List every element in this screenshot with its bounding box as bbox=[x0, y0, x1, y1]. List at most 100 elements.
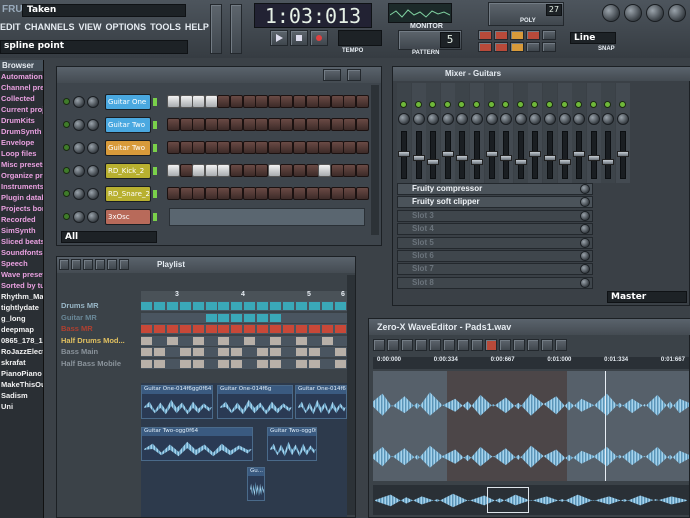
pattern-block[interactable] bbox=[231, 302, 243, 310]
step-button[interactable] bbox=[293, 118, 306, 131]
step-button[interactable] bbox=[356, 141, 369, 154]
step-button[interactable] bbox=[293, 187, 306, 200]
browser-item[interactable]: Loop files bbox=[0, 148, 43, 159]
pattern-block[interactable] bbox=[270, 359, 281, 368]
strip-active-led[interactable] bbox=[429, 101, 437, 108]
step-button[interactable] bbox=[280, 118, 294, 131]
pattern-block[interactable] bbox=[153, 325, 165, 333]
browser-item[interactable]: Soundfonts bbox=[0, 247, 43, 258]
pattern-block[interactable] bbox=[308, 348, 320, 356]
menu-channels[interactable]: CHANNELS bbox=[25, 22, 75, 36]
step-button[interactable] bbox=[255, 95, 269, 108]
strip-active-led[interactable] bbox=[443, 101, 451, 108]
channel-filter[interactable]: All bbox=[61, 231, 157, 243]
pattern-block[interactable] bbox=[257, 325, 269, 333]
pattern-block[interactable] bbox=[218, 348, 230, 356]
browser-item[interactable]: deepmap bbox=[0, 324, 43, 335]
step-button[interactable] bbox=[167, 141, 180, 154]
browser-item[interactable]: Misc presets bbox=[0, 159, 43, 170]
browser-item[interactable]: Projects bones bbox=[0, 203, 43, 214]
step-button[interactable] bbox=[356, 118, 369, 131]
pattern-block[interactable] bbox=[270, 325, 281, 333]
browser-item[interactable]: g_long bbox=[0, 313, 43, 324]
pattern-block[interactable] bbox=[218, 336, 230, 345]
browser-item[interactable]: Sorted by tunes bbox=[0, 280, 43, 291]
channel-select-led[interactable] bbox=[153, 98, 157, 106]
strip-fader-cap[interactable] bbox=[602, 159, 615, 165]
playlist-tool-3-icon[interactable] bbox=[83, 259, 93, 270]
strip-fader-cap[interactable] bbox=[529, 151, 542, 157]
step-button[interactable] bbox=[305, 95, 319, 108]
window-button-1[interactable] bbox=[602, 4, 620, 22]
strip-active-led[interactable] bbox=[531, 101, 539, 108]
step-button[interactable] bbox=[167, 95, 180, 108]
strip-pan-knob[interactable] bbox=[602, 113, 615, 125]
step-button[interactable] bbox=[230, 118, 243, 131]
pattern-block[interactable] bbox=[244, 302, 256, 310]
tool-mute-icon[interactable] bbox=[526, 30, 540, 40]
step-button[interactable] bbox=[217, 95, 231, 108]
pattern-block[interactable] bbox=[308, 359, 320, 368]
audio-clip[interactable]: Guitar Two-ogg0f bbox=[267, 427, 317, 461]
master-pitch-fader[interactable] bbox=[230, 4, 242, 54]
browser-item[interactable]: DrumSynth bbox=[0, 126, 43, 137]
wave-tool-14-icon[interactable] bbox=[555, 339, 567, 351]
channel-mute-led[interactable] bbox=[63, 190, 70, 197]
menu-view[interactable]: VIEW bbox=[79, 22, 102, 36]
strip-volume-fader[interactable] bbox=[517, 131, 524, 179]
tool-scroll-icon[interactable] bbox=[526, 42, 540, 52]
channel-select-led[interactable] bbox=[153, 144, 157, 152]
fx-mix-knob[interactable] bbox=[580, 197, 590, 208]
strip-active-led[interactable] bbox=[589, 101, 597, 108]
browser-item[interactable]: Speech bbox=[0, 258, 43, 269]
fx-mix-knob[interactable] bbox=[580, 184, 590, 194]
step-button[interactable] bbox=[167, 118, 180, 131]
step-button[interactable] bbox=[318, 95, 332, 108]
step-button[interactable] bbox=[267, 118, 281, 131]
pattern-block[interactable] bbox=[244, 325, 256, 333]
step-button[interactable] bbox=[343, 164, 357, 177]
wave-tool-1-icon[interactable] bbox=[373, 339, 385, 351]
pattern-block[interactable] bbox=[282, 302, 294, 310]
step-button[interactable] bbox=[179, 118, 193, 131]
pattern-block[interactable] bbox=[321, 336, 333, 345]
step-button[interactable] bbox=[230, 95, 243, 108]
step-button[interactable] bbox=[305, 141, 319, 154]
channel-volume-knob[interactable] bbox=[87, 119, 99, 131]
strip-volume-fader[interactable] bbox=[561, 131, 568, 179]
channel-pan-knob[interactable] bbox=[73, 188, 85, 200]
strip-pan-knob[interactable] bbox=[558, 113, 571, 125]
step-button[interactable] bbox=[255, 118, 269, 131]
channel-name-button[interactable]: Guitar Two bbox=[105, 140, 151, 156]
step-button[interactable] bbox=[167, 187, 180, 200]
strip-active-led[interactable] bbox=[604, 101, 612, 108]
browser-item[interactable]: Plugin database bbox=[0, 192, 43, 203]
strip-pan-knob[interactable] bbox=[529, 113, 542, 125]
pattern-block[interactable] bbox=[334, 359, 346, 368]
playlist-lane[interactable] bbox=[141, 324, 347, 334]
pattern-block[interactable] bbox=[205, 313, 217, 322]
step-button[interactable] bbox=[230, 164, 243, 177]
strip-fader-cap[interactable] bbox=[544, 155, 556, 161]
step-button[interactable] bbox=[356, 95, 369, 108]
fx-slot[interactable]: Slot 3 bbox=[397, 209, 593, 222]
strip-active-led[interactable] bbox=[560, 101, 568, 108]
fx-mix-knob[interactable] bbox=[580, 224, 590, 235]
step-button[interactable] bbox=[179, 95, 193, 108]
browser-item[interactable]: Organize presets bbox=[0, 170, 43, 181]
playlist-scrollbar[interactable] bbox=[347, 275, 355, 515]
pattern-block[interactable] bbox=[270, 336, 281, 345]
browser-item[interactable]: Recorded bbox=[0, 214, 43, 225]
step-button[interactable] bbox=[280, 187, 294, 200]
playlist-track-name[interactable]: Half Bass Mobile bbox=[61, 359, 141, 370]
step-button[interactable] bbox=[318, 141, 332, 154]
playlist-tool-4-icon[interactable] bbox=[95, 259, 105, 270]
fx-slot[interactable]: Slot 5 bbox=[397, 236, 593, 249]
step-button[interactable] bbox=[343, 187, 357, 200]
browser-item[interactable]: Wave presets bbox=[0, 269, 43, 280]
step-button[interactable] bbox=[242, 141, 256, 154]
pattern-block[interactable] bbox=[334, 302, 346, 310]
audio-clip[interactable]: Gu... bbox=[247, 467, 265, 501]
strip-active-led[interactable] bbox=[414, 101, 422, 108]
channel-name-button[interactable]: Guitar Two bbox=[105, 117, 151, 133]
